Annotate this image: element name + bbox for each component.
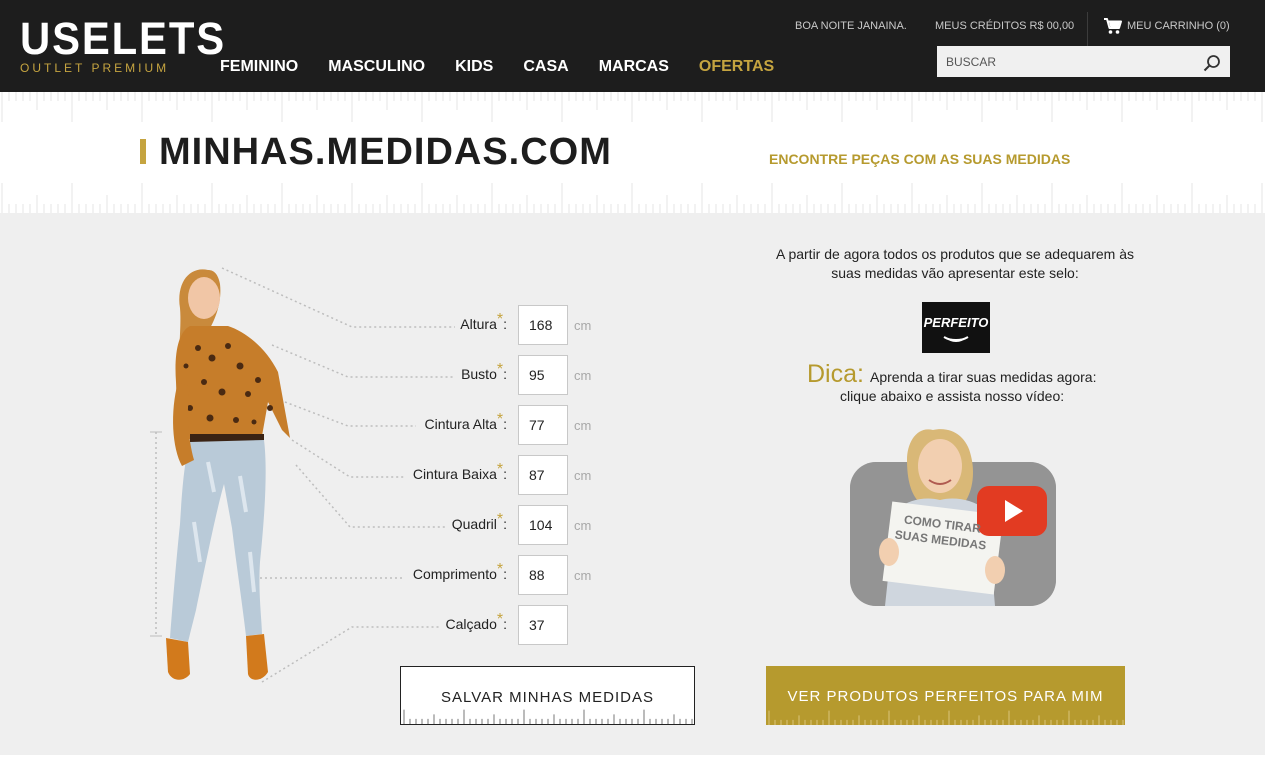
unit-comprimento: cm [574, 568, 592, 583]
header-divider [1087, 12, 1088, 46]
search-icon[interactable] [1203, 54, 1221, 72]
label-busto: Busto*: [461, 361, 507, 383]
label-calcado: Calçado*: [445, 611, 508, 633]
required-marker: * [496, 311, 504, 328]
cintura-baixa-field[interactable] [518, 455, 568, 495]
how-to-measure-video[interactable]: COMO TIRAR SUAS MEDIDAS [845, 420, 1060, 610]
search-input[interactable] [937, 46, 1192, 77]
calcado-field[interactable] [518, 605, 568, 645]
page-subtitle: ENCONTRE PEÇAS COM AS SUAS MEDIDAS [769, 151, 1071, 167]
unit-quadril: cm [574, 518, 592, 533]
unit-busto: cm [574, 368, 592, 383]
ruler-ticks-decoration [768, 710, 1124, 725]
greeting-text: BOA NOITE JANAINA. [795, 20, 907, 32]
unit-altura: cm [574, 318, 592, 333]
required-marker: * [496, 561, 504, 578]
tip-line-1: Aprenda a tirar suas medidas agora: [870, 369, 1097, 385]
required-marker: * [496, 361, 504, 378]
unit-cintura-baixa: cm [574, 468, 592, 483]
altura-field[interactable] [518, 305, 568, 345]
required-marker: * [496, 611, 504, 628]
tip-heading: Dica: [807, 360, 864, 388]
quadril-field[interactable] [518, 505, 568, 545]
save-measurements-button[interactable]: SALVAR MINHAS MEDIDAS [400, 666, 695, 725]
comprimento-field[interactable] [518, 555, 568, 595]
see-perfect-products-label: VER PRODUTOS PERFEITOS PARA MIM [787, 688, 1104, 705]
save-measurements-label: SALVAR MINHAS MEDIDAS [441, 689, 654, 706]
seal-info-text: A partir de agora todos os produtos que … [775, 246, 1134, 281]
label-cintura-alta: Cintura Alta*: [424, 411, 508, 433]
required-marker: * [496, 461, 504, 478]
nav-item-ofertas[interactable]: OFERTAS [699, 58, 774, 76]
label-altura: Altura*: [460, 311, 507, 333]
credits-link[interactable]: MEUS CRÉDITOS R$ 00,00 [935, 19, 1074, 33]
video-thumbnail-image [850, 429, 1056, 606]
perfeito-seal-badge: PERFEITO [922, 302, 990, 353]
unit-cintura-alta: cm [574, 418, 592, 433]
label-quadril: Quadril*: [451, 511, 507, 533]
label-cintura-baixa: Cintura Baixa*: [412, 461, 507, 483]
cart-icon[interactable] [1103, 17, 1123, 35]
busto-field[interactable] [518, 355, 568, 395]
cart-link[interactable]: MEU CARRINHO (0) [1127, 19, 1230, 33]
see-perfect-products-button[interactable]: VER PRODUTOS PERFEITOS PARA MIM [766, 666, 1125, 725]
label-comprimento: Comprimento*: [412, 561, 507, 583]
required-marker: * [496, 411, 504, 428]
model-figure-image [166, 269, 290, 680]
smile-icon [943, 336, 969, 342]
search-box [937, 46, 1230, 77]
cintura-alta-field[interactable] [518, 405, 568, 445]
ruler-ticks-decoration [403, 709, 693, 724]
required-marker: * [496, 511, 504, 528]
tip-line-2: clique abaixo e assista nosso vídeo: [840, 388, 1065, 404]
